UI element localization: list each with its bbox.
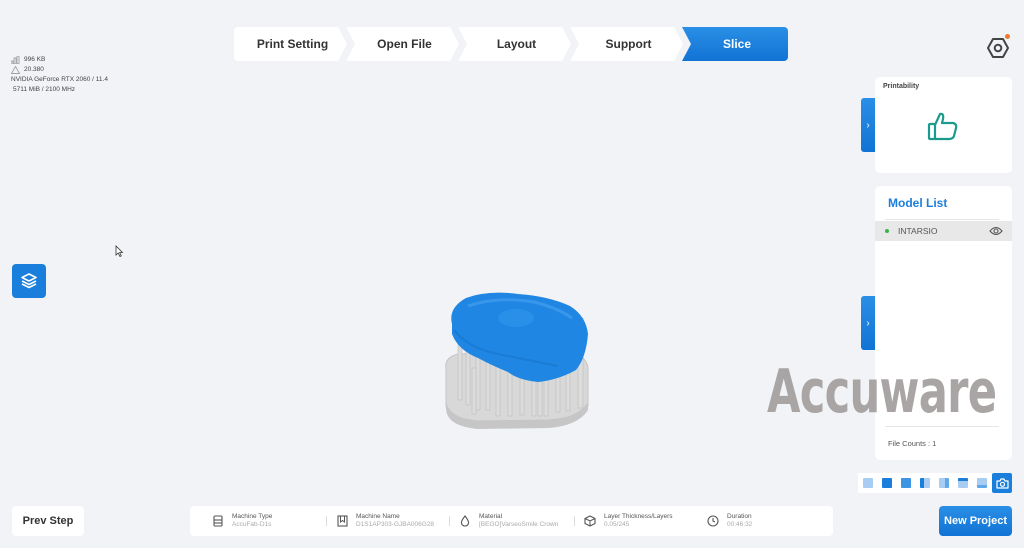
info-duration: Duration 00:46:32 <box>707 506 752 536</box>
info-layer-thickness: Layer Thickness/Layers 0.05/245 <box>584 506 673 536</box>
model-name: INTARSIO <box>898 226 938 236</box>
cube-iso-icon <box>863 478 873 488</box>
prev-step-button[interactable]: Prev Step <box>12 506 84 536</box>
view-toolbar <box>858 473 1012 493</box>
divider <box>885 219 999 220</box>
gpu-info: NVIDIA GeForce RTX 2060 / 11.4 <box>11 76 108 83</box>
screenshot-button[interactable] <box>992 473 1012 493</box>
view-bottom-button[interactable] <box>973 474 991 492</box>
watermark-brand: Accuware <box>767 357 997 427</box>
info-machine-name: Machine Name D1S1AP303-GJBA006G28 <box>336 506 434 536</box>
info-label: Machine Name <box>356 513 400 520</box>
info-label: Duration <box>727 513 752 520</box>
view-left-button[interactable] <box>916 474 934 492</box>
cube-back-icon <box>958 478 968 488</box>
info-label: Layer Thickness/Layers <box>604 513 673 520</box>
gpu-memory: 5711 MiB / 2100 MHz <box>13 86 76 93</box>
view-right-button[interactable] <box>935 474 953 492</box>
info-value: 00:46:32 <box>727 521 753 528</box>
mouse-cursor-icon <box>115 245 124 257</box>
info-value: 0.05/245 <box>604 521 630 528</box>
step-print-setting[interactable]: Print Setting <box>234 27 347 61</box>
model-list-title: Model List <box>888 196 948 210</box>
render-stats: 996 KB 20.380 NVIDIA GeForce RTX 2060 / … <box>10 55 108 95</box>
step-layout[interactable]: Layout <box>458 27 571 61</box>
cube-right-icon <box>939 478 949 488</box>
drop-icon <box>459 515 471 527</box>
step-slice[interactable]: Slice <box>682 27 788 61</box>
cube-top-icon <box>901 478 911 488</box>
status-dot <box>885 229 889 233</box>
thumbs-up-icon <box>927 112 958 141</box>
new-project-button[interactable]: New Project <box>939 506 1012 536</box>
layers-stack-icon <box>21 273 37 289</box>
chevron-right-icon: › <box>866 119 870 131</box>
view-top-button[interactable] <box>897 474 915 492</box>
cube-bottom-icon <box>977 478 987 488</box>
job-info-bar: Machine Type AccuFab-D1s Machine Name D1S1… <box>190 506 833 536</box>
eye-visibility-icon[interactable] <box>989 225 1003 237</box>
cube-left-icon <box>920 478 930 488</box>
triangle-icon <box>10 65 21 74</box>
info-value: AccuFab-D1s <box>232 521 272 528</box>
layers-button[interactable] <box>12 264 46 298</box>
printability-card: Printability <box>875 77 1012 173</box>
view-iso-button[interactable] <box>859 474 877 492</box>
camera-icon <box>995 477 1009 489</box>
layers-cube-icon <box>584 515 596 527</box>
bookmark-icon <box>336 515 348 527</box>
step-open-file[interactable]: Open File <box>346 27 459 61</box>
memory-value: 996 KB <box>24 56 46 63</box>
printer-icon <box>212 515 224 527</box>
info-label: Machine Type <box>232 513 273 520</box>
step-label: Slice <box>722 37 752 51</box>
model-list-item[interactable]: INTARSIO <box>875 221 1012 241</box>
info-label: Material <box>479 513 503 520</box>
printability-expand-tab[interactable]: › <box>861 98 875 152</box>
model-viewport-object[interactable] <box>438 288 598 438</box>
info-machine-type: Machine Type AccuFab-D1s <box>212 506 272 536</box>
view-front-button[interactable] <box>878 474 896 492</box>
step-label: Print Setting <box>256 37 329 51</box>
cube-front-icon <box>882 478 892 488</box>
notification-dot <box>1005 34 1010 39</box>
workflow-stepper: Print Setting Open File Layout Support S… <box>234 27 788 61</box>
step-label: Open File <box>377 37 432 51</box>
file-counts: File Counts : 1 <box>888 439 937 448</box>
model-list-expand-tab[interactable]: › <box>861 296 875 350</box>
triangle-count: 20.380 <box>24 66 44 73</box>
hex-nut-settings-icon <box>987 38 1009 58</box>
bar-chart-icon <box>10 55 20 65</box>
printability-title: Printability <box>883 83 920 90</box>
chevron-right-icon: › <box>866 317 870 329</box>
settings-button[interactable] <box>986 34 1012 60</box>
info-material: Material [BEGO]VarseoSmile Crown <box>459 506 558 536</box>
info-value: D1S1AP303-GJBA006G28 <box>356 521 435 528</box>
step-label: Support <box>605 37 652 51</box>
info-value: [BEGO]VarseoSmile Crown <box>479 521 559 528</box>
view-back-button[interactable] <box>954 474 972 492</box>
clock-icon <box>707 515 719 527</box>
step-support[interactable]: Support <box>570 27 683 61</box>
step-label: Layout <box>496 37 537 51</box>
